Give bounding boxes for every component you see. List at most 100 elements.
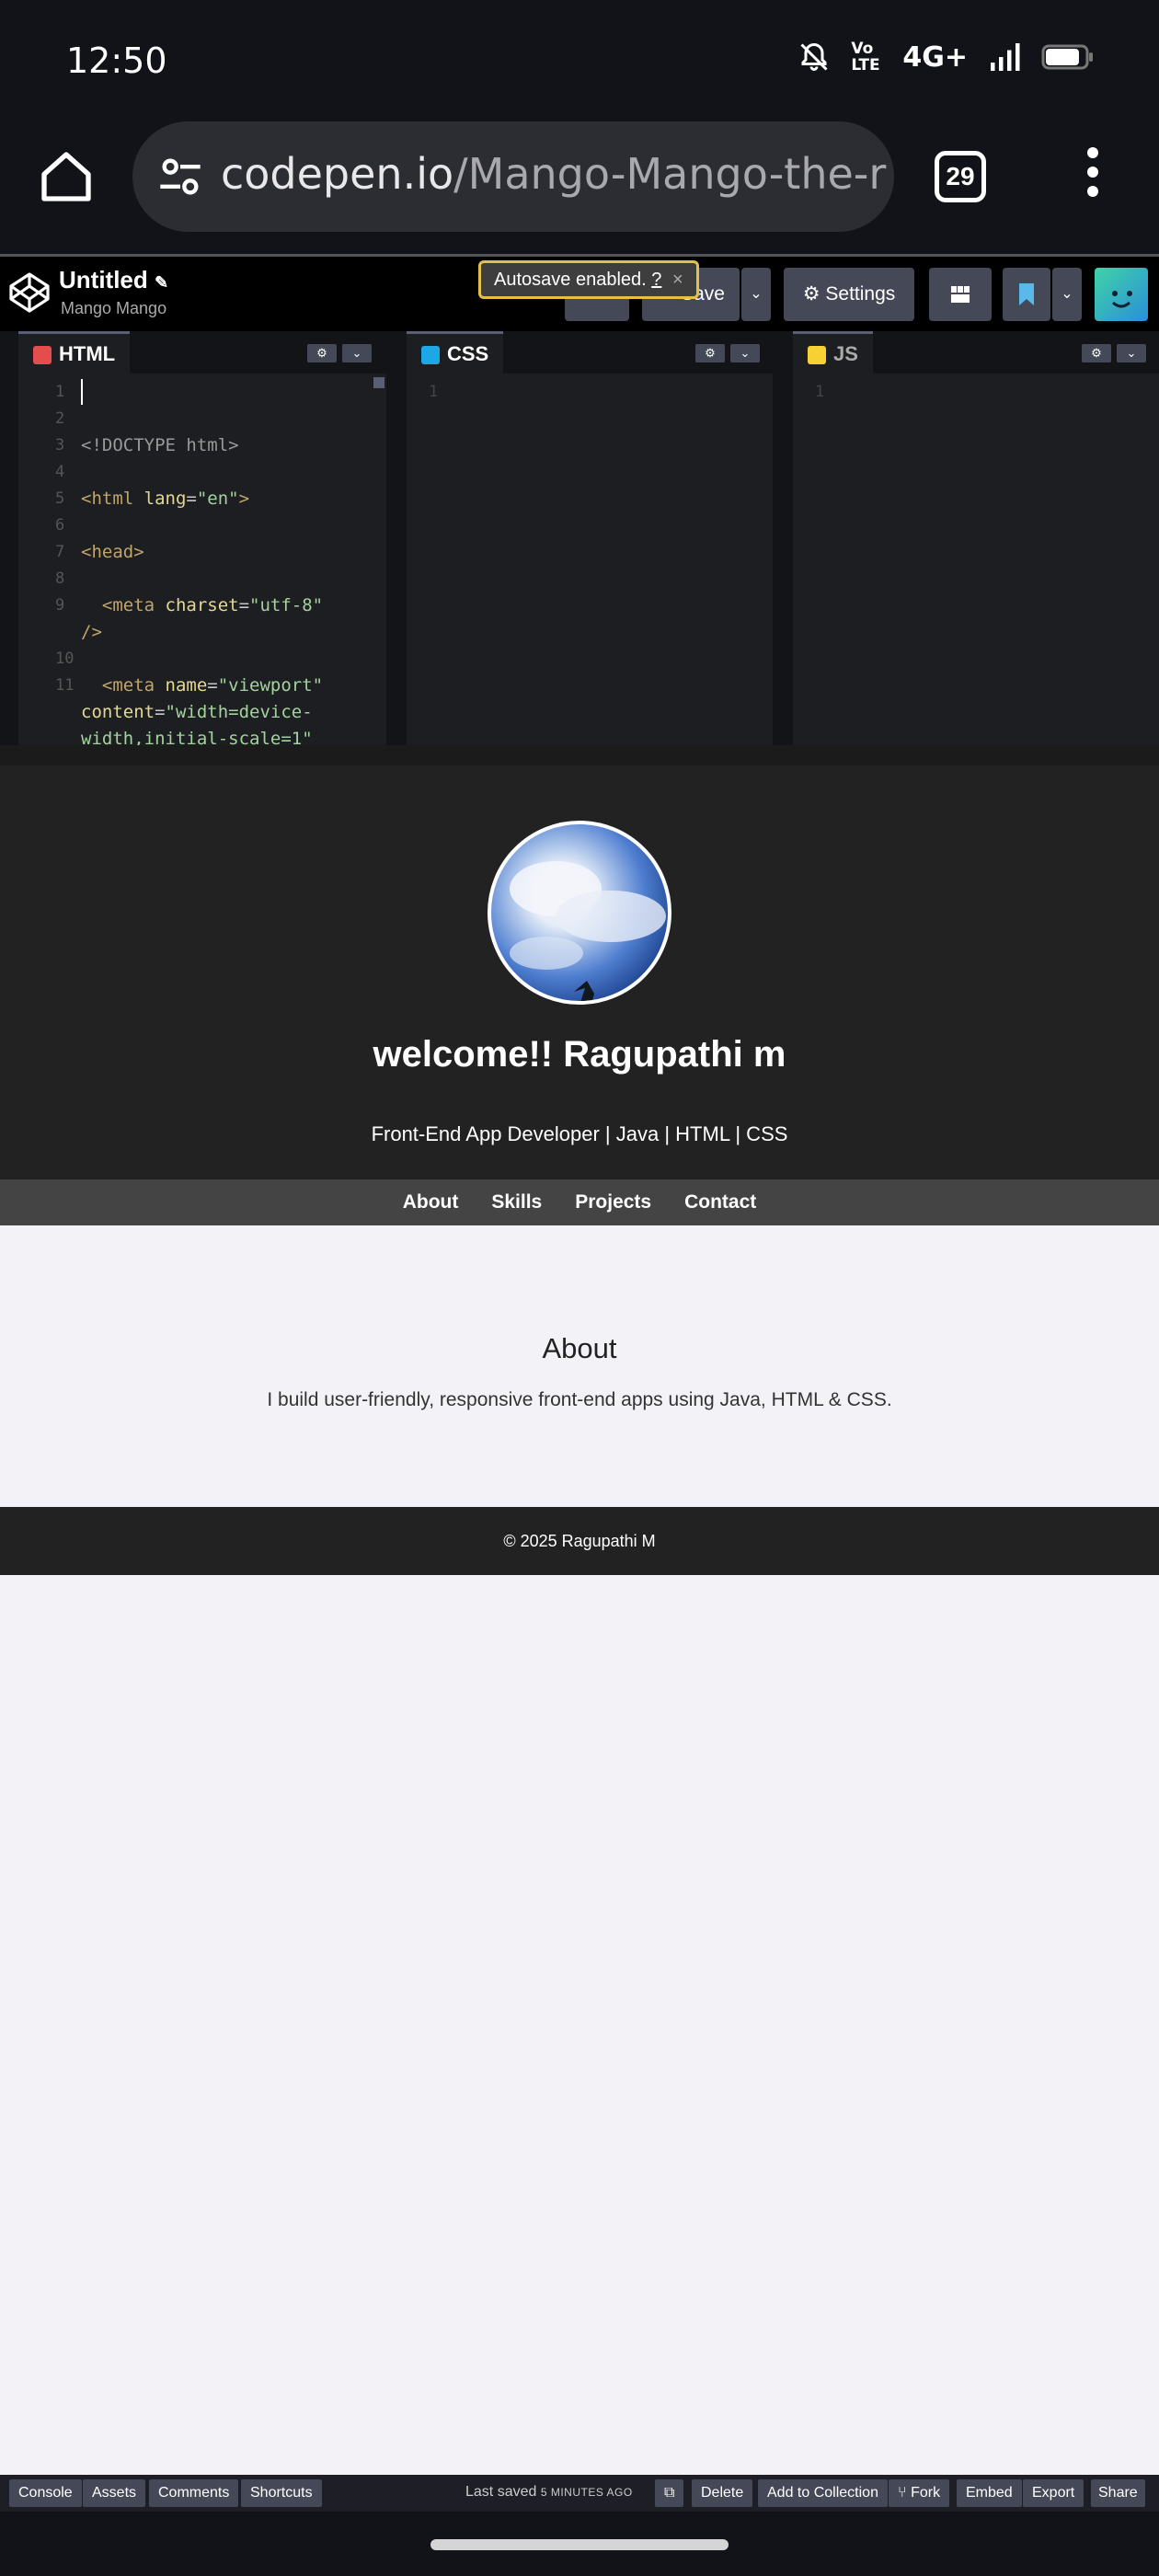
open-external-icon[interactable]: ⧉	[655, 2479, 684, 2507]
js-tab-label: JS	[833, 342, 858, 365]
line-number: 4	[55, 463, 65, 481]
line-number: 11	[55, 676, 75, 695]
line-number: 9	[55, 596, 65, 615]
pencil-icon[interactable]: ✎	[155, 273, 168, 292]
status-icons: Vo LTE 4G+	[798, 40, 1095, 74]
user-avatar[interactable]	[1095, 268, 1148, 321]
line-number: 1	[55, 383, 65, 401]
line-number: 1	[429, 383, 439, 401]
add-to-collection-button[interactable]: Add to Collection	[758, 2479, 888, 2507]
html-editor[interactable]: HTML ⚙ ⌄ 1 2 3 4 5 6 7 8 9 10 11 <!DOCTY…	[18, 331, 386, 749]
assets-button[interactable]: Assets	[83, 2479, 146, 2507]
hero-title: welcome!! Ragupathi m	[373, 1034, 786, 1075]
url-bar[interactable]: codepen.io/Mango-Mango-the-r	[132, 121, 894, 232]
layout-icon	[951, 286, 970, 304]
html-collapse-icon[interactable]: ⌄	[342, 344, 372, 362]
bookmark-button[interactable]	[1003, 268, 1050, 321]
fork-button[interactable]: ⑂ Fork	[889, 2479, 950, 2507]
css-tab-label: CSS	[447, 342, 489, 365]
preview-footer: © 2025 Ragupathi M	[0, 1507, 1159, 1575]
line-number: 2	[55, 409, 65, 428]
line-numbers: 1 2 3 4 5 6 7 8 9 10 11	[55, 379, 74, 699]
html-code[interactable]: <!DOCTYPE html> <html lang="en"> <head> …	[81, 379, 323, 753]
home-icon[interactable]	[37, 147, 96, 206]
sky-photo	[510, 861, 666, 1001]
export-button[interactable]: Export	[1023, 2479, 1084, 2507]
autosave-message: Autosave enabled.	[494, 270, 647, 290]
css-editor[interactable]: CSS ⚙ ⌄ 1	[407, 331, 773, 745]
status-time: 12:50	[66, 40, 167, 81]
home-indicator[interactable]	[430, 2539, 729, 2550]
battery-icon	[1041, 44, 1093, 70]
line-number: 5	[55, 489, 65, 508]
share-button[interactable]: Share	[1091, 2479, 1145, 2507]
about-heading: About	[542, 1332, 617, 1364]
preview-nav: About Skills Projects Contact	[0, 1179, 1159, 1225]
codepen-logo-icon[interactable]	[7, 268, 52, 317]
codepen-header: Untitled ✎ Mango Mango Save ⌄ ⚙ Settings…	[0, 254, 1159, 331]
pen-title-text: Untitled	[59, 266, 148, 293]
js-settings-icon[interactable]: ⚙	[1082, 344, 1111, 362]
save-dropdown-icon[interactable]: ⌄	[741, 268, 771, 321]
browser-toolbar: codepen.io/Mango-Mango-the-r 29	[0, 120, 1159, 254]
embed-button[interactable]: Embed	[957, 2479, 1022, 2507]
nav-link-contact[interactable]: Contact	[684, 1179, 756, 1225]
fork-icon: ⑂	[898, 2485, 907, 2501]
autosave-toast: Autosave enabled. ? ×	[478, 260, 699, 299]
nav-link-projects[interactable]: Projects	[575, 1179, 651, 1225]
about-text: I build user-friendly, responsive front-…	[267, 1389, 892, 1410]
autosave-help-link[interactable]: ?	[651, 270, 661, 290]
status-bar: 12:50 Vo LTE 4G+	[0, 0, 1159, 120]
css-icon	[421, 346, 440, 364]
preview-frame[interactable]: welcome!! Ragupathi m Front-End App Deve…	[0, 745, 1159, 2475]
layout-button[interactable]	[929, 268, 992, 321]
tab-css[interactable]: CSS	[407, 331, 504, 374]
shortcuts-button[interactable]: Shortcuts	[241, 2479, 322, 2507]
line-number: 7	[55, 543, 65, 561]
css-settings-icon[interactable]: ⚙	[695, 344, 725, 362]
hero-subtitle: Front-End App Developer | Java | HTML | …	[371, 1122, 788, 1145]
js-collapse-icon[interactable]: ⌄	[1117, 344, 1146, 362]
html-tab-label: HTML	[59, 342, 116, 365]
signal-icon	[991, 43, 1020, 71]
tab-js[interactable]: JS	[793, 331, 873, 374]
hero-section: welcome!! Ragupathi m Front-End App Deve…	[0, 745, 1159, 1179]
bookmark-icon	[1019, 283, 1034, 306]
tab-html[interactable]: HTML	[18, 331, 131, 374]
last-saved-time: 5 MINUTES AGO	[540, 2486, 633, 2499]
delete-button[interactable]: Delete	[692, 2479, 753, 2507]
bookmark-dropdown-icon[interactable]: ⌄	[1052, 268, 1082, 321]
site-settings-icon[interactable]	[156, 153, 204, 201]
tab-switcher-button[interactable]: 29	[935, 151, 986, 202]
nav-link-skills[interactable]: Skills	[491, 1179, 542, 1225]
nav-link-about[interactable]: About	[403, 1179, 459, 1225]
settings-label: Settings	[825, 283, 896, 305]
console-button[interactable]: Console	[9, 2479, 82, 2507]
network-type: 4G+	[902, 40, 968, 74]
editor-area: HTML ⚙ ⌄ 1 2 3 4 5 6 7 8 9 10 11 <!DOCTY…	[0, 331, 1159, 749]
scrollbar-thumb[interactable]	[373, 377, 384, 388]
line-number: 1	[815, 383, 825, 401]
line-number: 6	[55, 516, 65, 535]
url-text: codepen.io/Mango-Mango-the-r	[221, 149, 886, 199]
close-icon[interactable]: ×	[672, 270, 683, 290]
fork-label: Fork	[911, 2485, 941, 2501]
pen-title[interactable]: Untitled ✎	[59, 266, 168, 294]
volte-icon: Vo LTE	[851, 40, 880, 75]
comments-button[interactable]: Comments	[149, 2479, 239, 2507]
js-editor[interactable]: JS ⚙ ⌄ 1	[793, 331, 1159, 745]
overflow-menu-icon[interactable]	[1076, 147, 1109, 206]
codepen-bottom-bar: Console Assets Comments Shortcuts Last s…	[0, 2475, 1159, 2512]
settings-button[interactable]: ⚙ Settings	[784, 268, 914, 321]
last-saved-label: Last saved	[465, 2484, 537, 2500]
line-number: 3	[55, 436, 65, 454]
css-collapse-icon[interactable]: ⌄	[730, 344, 760, 362]
html-settings-icon[interactable]: ⚙	[307, 344, 337, 362]
js-icon	[808, 346, 826, 364]
line-number: 8	[55, 569, 65, 588]
pen-owner[interactable]: Mango Mango	[61, 299, 166, 318]
system-nav-bar	[0, 2512, 1159, 2576]
line-number: 10	[55, 650, 75, 668]
gear-icon: ⚙	[802, 283, 820, 305]
last-saved-status: Last saved 5 MINUTES AGO	[465, 2484, 633, 2501]
